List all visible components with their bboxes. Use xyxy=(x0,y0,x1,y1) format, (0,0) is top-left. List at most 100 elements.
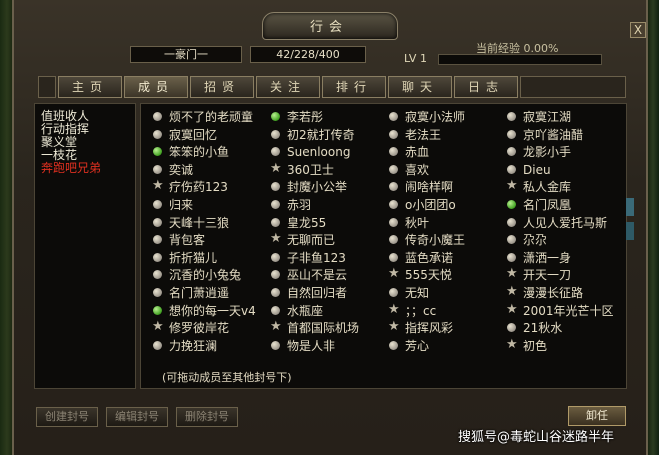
member-name: 寂寞江湖 xyxy=(523,110,572,124)
create-title-button[interactable]: 创建封号 xyxy=(36,407,98,427)
tab-4[interactable]: 排行 xyxy=(322,76,386,98)
member-name: 开天一刀 xyxy=(523,268,572,283)
offline-dot-icon xyxy=(389,235,398,245)
member-name: 寂寞小法师 xyxy=(405,110,466,124)
member-name: 蓝色承诺 xyxy=(405,250,454,265)
member-name: 物是人非 xyxy=(287,338,336,353)
star-icon: ★ xyxy=(270,231,282,247)
member-name: 折折猫儿 xyxy=(169,250,218,265)
member-name: 名门凤凰 xyxy=(523,198,572,212)
member-name: 潇洒一身 xyxy=(523,250,572,265)
member-name: 闹啥样啊 xyxy=(405,180,454,195)
member-name: 归来 xyxy=(169,198,194,212)
offline-dot-icon xyxy=(153,340,162,350)
member-name: 想你的每一天v4 xyxy=(169,303,256,318)
offline-dot-icon xyxy=(271,305,280,315)
star-icon: ★ xyxy=(506,178,518,194)
member-name: 水瓶座 xyxy=(287,303,324,318)
member-name: 555天悦 xyxy=(405,268,452,283)
member-name: 首都国际机场 xyxy=(287,321,360,336)
delete-title-button[interactable]: 删除封号 xyxy=(176,407,238,427)
offline-dot-icon xyxy=(389,129,398,139)
offline-dot-icon xyxy=(507,147,516,157)
tab-6[interactable]: 日志 xyxy=(454,76,518,98)
tab-5[interactable]: 聊天 xyxy=(388,76,452,98)
offline-dot-icon xyxy=(153,288,162,297)
online-dot-icon xyxy=(507,200,516,209)
member-name: o小团团o xyxy=(405,198,456,212)
close-button[interactable]: X xyxy=(630,22,646,38)
offline-dot-icon xyxy=(271,147,280,157)
star-icon: ★ xyxy=(388,319,400,335)
member-name: 2001年光芒十区 xyxy=(523,303,614,318)
member-name: Dieu xyxy=(523,162,551,177)
scroll-arrow-up[interactable] xyxy=(626,198,634,216)
guild-level: LV 1 xyxy=(404,52,427,65)
member-name: 子非鱼123 xyxy=(287,250,346,265)
offline-dot-icon xyxy=(507,217,516,227)
member-name: 无聊而已 xyxy=(287,233,336,248)
member-list-panel: 烦不了的老顽童 寂寞回忆 笨笨的小鱼 奕诚 ★ 疗伤药123 归来 天峰十三狼 背包客 折折猫儿沉… xyxy=(140,103,627,389)
offline-dot-icon xyxy=(389,112,398,121)
member-name: 皇龙55 xyxy=(287,215,327,230)
star-icon: ★ xyxy=(388,301,400,317)
member-name: ；；cc xyxy=(405,303,437,318)
offline-dot-icon xyxy=(153,252,162,262)
offline-dot-icon xyxy=(153,217,162,227)
member-name: 寂寞回忆 xyxy=(169,127,218,142)
tab-bar-right-cap xyxy=(520,76,626,98)
offline-dot-icon xyxy=(507,235,516,245)
offline-dot-icon xyxy=(153,200,162,209)
member-name: 李若彤 xyxy=(287,110,324,124)
star-icon: ★ xyxy=(152,319,164,335)
offline-dot-icon xyxy=(271,288,280,297)
offline-dot-icon xyxy=(507,323,516,333)
offline-dot-icon xyxy=(153,129,162,139)
offline-dot-icon xyxy=(271,340,280,350)
member-name: 尕尕 xyxy=(523,233,548,248)
offline-dot-icon xyxy=(153,112,162,121)
member-name: 龙影小手 xyxy=(523,145,572,160)
member-name: 自然回归者 xyxy=(287,286,348,300)
online-dot-icon xyxy=(271,112,280,121)
star-icon: ★ xyxy=(270,319,282,335)
offline-dot-icon xyxy=(271,182,280,192)
scroll-arrow-down[interactable] xyxy=(626,222,634,240)
member-name: 巫山不是云 xyxy=(287,268,348,283)
member-name: 名门萧逍遥 xyxy=(169,286,230,300)
tab-3[interactable]: 关注 xyxy=(256,76,320,98)
offline-dot-icon xyxy=(507,112,516,121)
member-name: 芳心 xyxy=(405,338,430,353)
member-name: 指挥风彩 xyxy=(405,321,454,336)
edit-title-button[interactable]: 编辑封号 xyxy=(106,407,168,427)
rank-item[interactable]: 奔跑吧兄弟 xyxy=(41,162,101,175)
member-name: 笨笨的小鱼 xyxy=(169,145,230,160)
member-name: 修罗彼岸花 xyxy=(169,321,230,336)
star-icon: ★ xyxy=(506,301,518,317)
star-icon: ★ xyxy=(152,178,164,194)
dismiss-button[interactable]: 卸任 xyxy=(568,406,626,426)
member-name: 人见人爱托马斯 xyxy=(523,215,608,230)
watermark: 搜狐号@毒蛇山谷迷路半年 xyxy=(458,430,615,445)
tab-2[interactable]: 招贤 xyxy=(190,76,254,98)
window-title: 行会 xyxy=(309,20,348,35)
offline-dot-icon xyxy=(507,129,516,139)
member-name: 赤血 xyxy=(405,145,430,160)
member-name: 背包客 xyxy=(169,233,206,248)
guild-name-field: 一豪门一 xyxy=(130,46,242,63)
tab-0[interactable]: 主页 xyxy=(58,76,122,98)
star-icon: ★ xyxy=(388,266,400,282)
member-name: 疗伤药123 xyxy=(169,180,228,195)
member-name: 私人金库 xyxy=(523,180,572,195)
exp-progress-bar xyxy=(438,54,602,65)
drag-hint: (可拖动成员至其他封号下) xyxy=(162,371,292,384)
tab-1[interactable]: 成员 xyxy=(124,76,188,98)
member-name: 360卫士 xyxy=(287,162,334,177)
star-icon: ★ xyxy=(506,266,518,282)
member-count-field: 42/228/400 xyxy=(250,46,366,63)
member-name: 初色 xyxy=(523,338,548,353)
background-right-scene xyxy=(647,0,659,455)
offline-dot-icon xyxy=(389,252,398,262)
member-name: 无知 xyxy=(405,286,430,300)
offline-dot-icon xyxy=(153,235,162,245)
